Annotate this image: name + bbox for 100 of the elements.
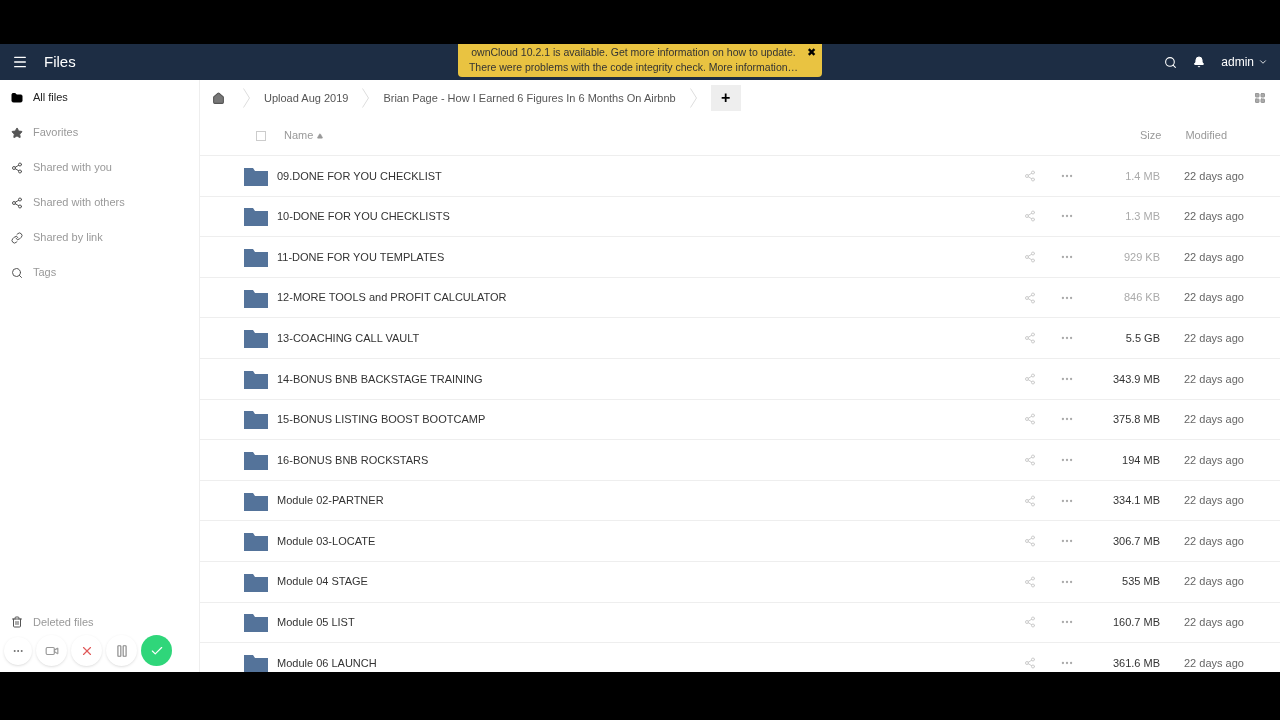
sort-icon (317, 132, 324, 139)
file-name: Module 05 LIST (277, 615, 355, 631)
file-row[interactable]: 11-DONE FOR YOU TEMPLATES 929 KB 22 days ago (200, 237, 1280, 278)
file-row[interactable]: 09.DONE FOR YOU CHECKLIST 1.4 MB 22 days ago (200, 156, 1280, 197)
share-button[interactable] (1024, 535, 1036, 548)
share-button[interactable] (1024, 494, 1036, 507)
pause-icon (114, 643, 129, 658)
breadcrumb[interactable]: Upload Aug 2019 (264, 89, 349, 107)
modified-date: 22 days ago (1184, 412, 1245, 428)
notice-text: ownCloud 10.2.1 is available. Get more information on how to update. (471, 45, 796, 60)
share-button[interactable] (1024, 169, 1036, 182)
share-icon (1024, 372, 1036, 385)
modified-date: 22 days ago (1184, 371, 1245, 387)
menu-button[interactable] (12, 54, 28, 70)
folder-icon (244, 409, 268, 430)
caret-icon (1258, 57, 1268, 67)
app-title: Files (44, 51, 76, 72)
share-button[interactable] (1024, 372, 1036, 385)
modified-date: 22 days ago (1184, 330, 1245, 346)
file-size: 1.3 MB (1124, 209, 1160, 225)
share-icon (1024, 413, 1036, 426)
folder-icon (244, 612, 268, 633)
file-name: Module 04 STAGE (277, 574, 368, 590)
pause-button[interactable] (106, 635, 137, 666)
breadcrumb[interactable]: Brian Page - How I Earned 6 Figures In 6 Months On Airbnb (383, 89, 676, 107)
share-button[interactable] (1024, 291, 1036, 304)
share-button[interactable] (1024, 251, 1036, 263)
file-row[interactable]: 13-COACHING CALL VAULT 5.5 GB 22 days ago (200, 318, 1280, 359)
share-button[interactable] (1024, 413, 1036, 426)
file-size: 929 KB (1122, 249, 1160, 265)
file-row[interactable]: 15-BONUS LISTING BOOST BOOTCAMP 375.8 MB 22 days ago (200, 399, 1280, 441)
share-icon (1024, 210, 1036, 223)
folder-icon (244, 165, 268, 186)
file-row[interactable]: Module 05 LIST 160.7 MB 22 days ago (200, 602, 1280, 644)
share-button[interactable] (1024, 575, 1036, 588)
file-size: 1.4 MB (1124, 168, 1160, 184)
file-row[interactable]: Module 02-PARTNER 334.1 MB 22 days ago (200, 480, 1280, 522)
share-button[interactable] (1024, 453, 1036, 466)
folder-icon (244, 531, 268, 552)
select-all-checkbox[interactable] (256, 130, 266, 141)
file-name: Module 02-PARTNER (277, 493, 384, 509)
user-menu[interactable]: admin (1221, 53, 1268, 71)
confirm-button[interactable] (141, 635, 172, 666)
file-size: 306.7 MB (1111, 533, 1160, 549)
modified-date: 22 days ago (1184, 493, 1245, 509)
file-size: 375.8 MB (1111, 412, 1160, 428)
folder-icon (244, 287, 268, 308)
file-size: 846 KB (1122, 290, 1160, 306)
file-row[interactable]: 10-DONE FOR YOU CHECKLISTS 1.3 MB 22 days ago (200, 196, 1280, 238)
star-icon (11, 126, 23, 139)
modified-date: 22 days ago (1184, 290, 1245, 306)
file-name: 12-MORE TOOLS and PROFIT CALCULATOR (277, 290, 507, 306)
share-button[interactable] (1024, 616, 1036, 629)
modified-date: 22 days ago (1184, 452, 1245, 468)
folder-icon (244, 368, 268, 389)
more-button[interactable] (4, 636, 32, 665)
modified-date: 22 days ago (1184, 655, 1245, 671)
link-icon (11, 231, 23, 244)
share-icon (1024, 494, 1036, 507)
search-button[interactable] (1164, 55, 1178, 69)
folder-icon (244, 449, 268, 470)
file-name: 13-COACHING CALL VAULT (277, 330, 420, 346)
share-icon (1024, 453, 1036, 466)
folder-icon (244, 328, 268, 349)
chevron-icon (689, 88, 697, 108)
search-icon (11, 266, 23, 279)
close-button[interactable]: ✖ (807, 45, 816, 60)
file-row[interactable]: Module 04 STAGE 535 MB 22 days ago (200, 561, 1280, 603)
share-icon (1024, 291, 1036, 304)
grid-view-button[interactable] (1254, 92, 1266, 104)
share-button[interactable] (1024, 656, 1036, 669)
new-button[interactable]: + (710, 85, 741, 111)
folder-icon (244, 206, 268, 227)
share-button[interactable] (1024, 332, 1036, 345)
cancel-button[interactable] (71, 635, 102, 666)
search-icon (1164, 55, 1178, 69)
share-icon (11, 161, 23, 174)
share-icon (1024, 656, 1036, 669)
file-name: 16-BONUS BNB ROCKSTARS (277, 452, 429, 468)
chevron-icon (243, 88, 250, 108)
share-icon (1024, 332, 1036, 345)
file-row[interactable]: Module 03-LOCATE 306.7 MB 22 days ago (200, 521, 1280, 562)
folder-icon (244, 490, 268, 511)
share-button[interactable] (1024, 210, 1036, 223)
file-size: 160.7 MB (1111, 615, 1160, 631)
modified-date: 22 days ago (1184, 209, 1245, 225)
file-name: 09.DONE FOR YOU CHECKLIST (277, 168, 442, 184)
file-name: Module 03-LOCATE (277, 533, 376, 549)
share-icon (1024, 169, 1036, 182)
camera-button[interactable] (36, 635, 67, 666)
file-row[interactable]: 12-MORE TOOLS and PROFIT CALCULATOR 846 KB 22 days ago (200, 277, 1280, 319)
file-row[interactable]: Module 06 LAUNCH 361.6 MB 22 days ago (200, 643, 1280, 672)
modified-date: 22 days ago (1184, 615, 1245, 631)
file-row[interactable]: 14-BONUS BNB BACKSTAGE TRAINING 343.9 MB 22 days ago (200, 358, 1280, 400)
notice-text: There were problems with the code integrity check. More information… (468, 60, 799, 75)
sidebar-item[interactable]: All files (0, 80, 199, 115)
file-size: 334.1 MB (1111, 493, 1160, 509)
notifications-button[interactable] (1193, 56, 1206, 68)
folder-icon (244, 247, 268, 267)
file-row[interactable]: 16-BONUS BNB ROCKSTARS 194 MB 22 days ago (200, 440, 1280, 481)
